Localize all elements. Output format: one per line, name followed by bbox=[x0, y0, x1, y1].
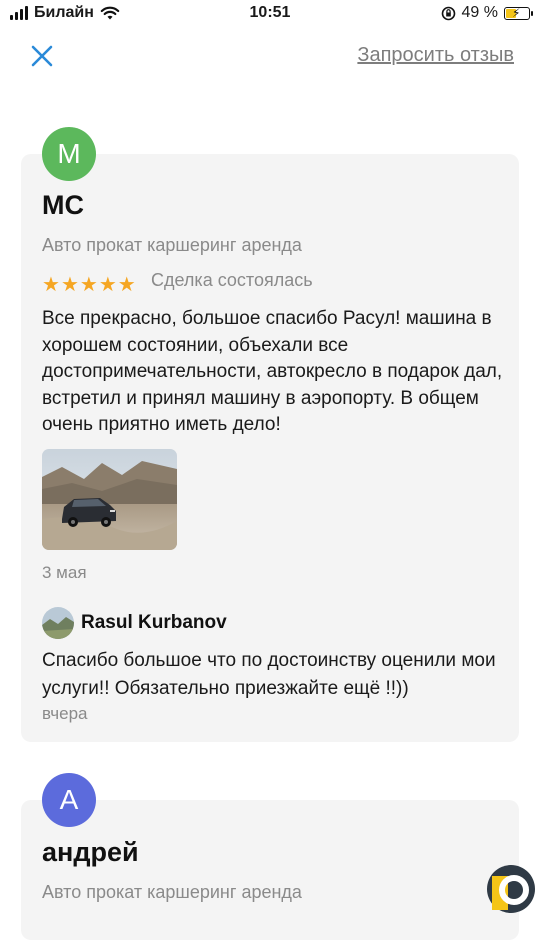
status-right: 49 % ⚡ bbox=[441, 4, 533, 22]
review-category: Авто прокат каршеринг аренда bbox=[42, 235, 302, 255]
orientation-lock-icon bbox=[441, 6, 455, 20]
reply-text: Спасибо большое что по достоинству оцени… bbox=[42, 650, 496, 699]
reply-author-name: Rasul Kurbanov bbox=[81, 612, 227, 633]
star-icon: ★ bbox=[42, 274, 60, 296]
review-photo[interactable] bbox=[42, 449, 177, 550]
reply-author-avatar bbox=[42, 607, 74, 639]
rating-stars: ★ ★ ★ ★ ★ bbox=[42, 272, 136, 297]
reviewer-name: МС bbox=[42, 190, 84, 220]
car-photo bbox=[42, 449, 177, 550]
reply-date: вчера bbox=[42, 704, 88, 723]
battery-icon: ⚡ bbox=[504, 6, 533, 20]
deal-status: Сделка состоялась bbox=[151, 270, 313, 290]
battery-percent: 49 % bbox=[461, 4, 498, 21]
star-icon: ★ bbox=[60, 274, 79, 296]
close-icon[interactable] bbox=[28, 42, 56, 70]
star-icon: ★ bbox=[79, 274, 98, 296]
star-icon: ★ bbox=[98, 274, 117, 296]
status-bar: Билайн 10:51 49 % ⚡ bbox=[0, 0, 540, 30]
reviewer-avatar: M bbox=[42, 127, 96, 181]
review-card bbox=[21, 800, 519, 940]
review-date: 3 мая bbox=[42, 563, 87, 582]
review-category: Авто прокат каршеринг аренда bbox=[42, 882, 302, 902]
brand-logo-icon[interactable] bbox=[486, 864, 536, 914]
reviewer-avatar: А bbox=[42, 773, 96, 827]
request-review-link[interactable]: Запросить отзыв bbox=[357, 44, 514, 67]
reviewer-name: андрей bbox=[42, 837, 139, 867]
review-text: Все прекрасно, большое спасибо Расул! ма… bbox=[42, 308, 503, 435]
star-icon: ★ bbox=[117, 274, 136, 296]
